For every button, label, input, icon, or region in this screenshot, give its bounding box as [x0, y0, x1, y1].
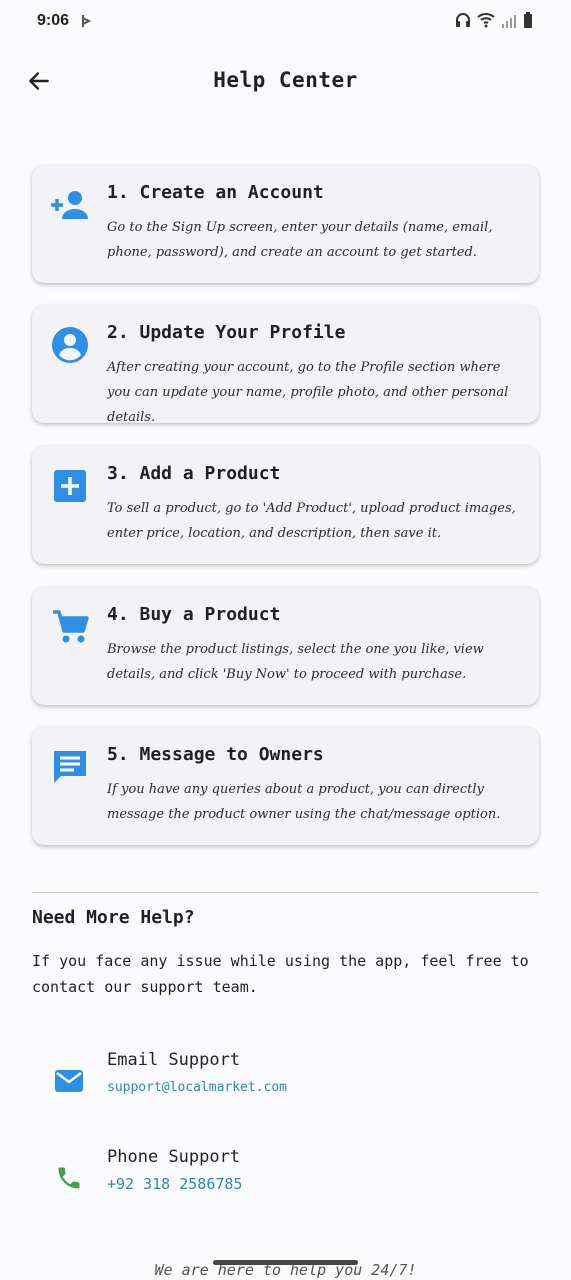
email-support-value[interactable]: support@localmarket.com [107, 1080, 287, 1095]
home-indicator[interactable] [213, 1260, 358, 1265]
message-icon [50, 747, 90, 787]
email-support-label: Email Support [107, 1050, 241, 1070]
email-icon [52, 1064, 86, 1098]
headphones-icon [455, 12, 471, 32]
account-circle-icon [50, 325, 90, 365]
notification-icon [80, 13, 92, 32]
add-box-icon [50, 466, 90, 506]
step-description: Go to the Sign Up screen, enter your det… [107, 220, 493, 260]
step-card-buy-product: 4. Buy a Product Browse the product list… [32, 587, 539, 705]
signal-icon [501, 13, 517, 32]
email-support-row[interactable]: Email Support support@localmarket.com [0, 1050, 571, 1110]
step-description: To sell a product, go to 'Add Product', … [107, 501, 516, 541]
status-icons [455, 12, 533, 32]
step-card-update-profile: 2. Update Your Profile After creating yo… [32, 305, 539, 425]
status-time: 9:06 [37, 12, 70, 29]
wifi-icon [477, 12, 495, 32]
step-title: 1. Create an Account [107, 182, 324, 203]
phone-support-row[interactable]: Phone Support +92 318 2586785 [0, 1147, 571, 1207]
step-title: 4. Buy a Product [107, 604, 281, 625]
app-bar: Help Center [0, 56, 571, 106]
step-card-create-account: 1. Create an Account Go to the Sign Up s… [32, 165, 539, 283]
person-add-icon [50, 185, 90, 225]
battery-icon [523, 12, 533, 32]
shopping-cart-icon [50, 607, 90, 647]
step-title: 2. Update Your Profile [107, 322, 346, 343]
phone-icon [52, 1161, 86, 1195]
step-card-add-product: 3. Add a Product To sell a product, go t… [32, 446, 539, 564]
step-title: 3. Add a Product [107, 463, 281, 484]
step-description: If you have any queries about a product,… [107, 782, 501, 822]
step-title: 5. Message to Owners [107, 744, 324, 765]
step-description: Browse the product listings, select the … [107, 642, 484, 682]
page-title: Help Center [213, 68, 358, 92]
help-heading: Need More Help? [32, 907, 195, 928]
step-card-message-owners: 5. Message to Owners If you have any que… [32, 727, 539, 845]
help-text: If you face any issue while using the ap… [32, 952, 529, 996]
phone-support-label: Phone Support [107, 1147, 241, 1167]
step-description: After creating your account, go to the P… [107, 360, 509, 425]
phone-support-value[interactable]: +92 318 2586785 [107, 1175, 242, 1193]
divider [32, 892, 539, 893]
status-bar: 9:06 [0, 0, 571, 44]
